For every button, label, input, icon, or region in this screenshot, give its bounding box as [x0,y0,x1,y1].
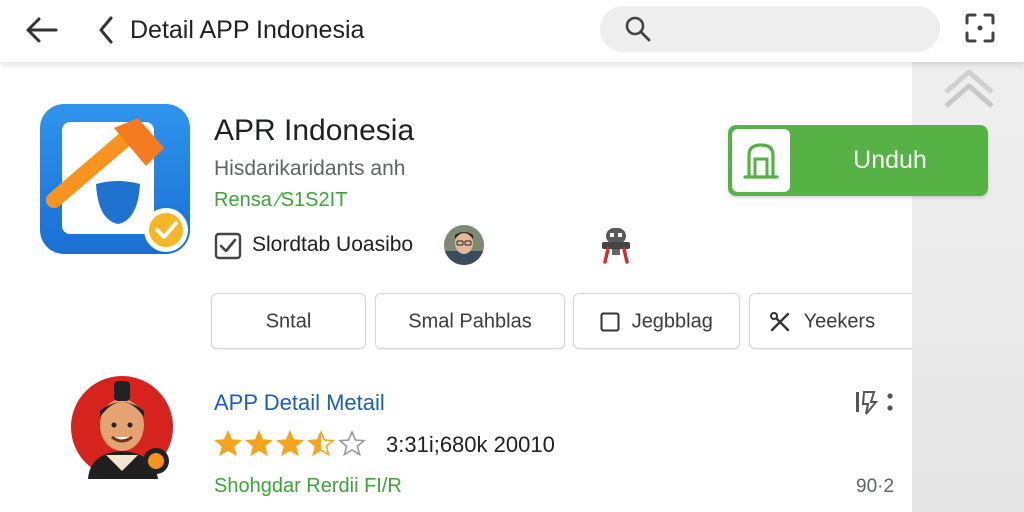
search-icon[interactable] [624,15,652,43]
download-icon-box [732,129,790,192]
chip-smal-pahblas[interactable]: Smal Pahblas [375,293,565,349]
star-icon [245,430,273,457]
item-size: 90·2 [856,476,895,497]
back-arrow-icon[interactable] [22,12,62,48]
square-icon [600,312,620,332]
chevron-left-icon[interactable] [94,12,118,48]
rating-meta: 3:31i;680k 20010 [386,432,555,457]
top-bar: Detail APP Indonesia [0,0,1024,62]
star-icon [338,430,366,457]
star-icon [307,430,335,457]
chip-label: Yeekers [803,310,876,333]
item-title[interactable]: APP Detail Metail [214,390,385,416]
chip-label: Smal Pahblas [408,310,532,333]
download-button[interactable]: Unduh [728,125,988,196]
chip-label: Jegbblag [631,310,713,333]
rating-stars [214,430,374,458]
scan-icon[interactable] [962,10,998,46]
chip-jegbblag[interactable]: Jegbblag [573,293,740,349]
search-bar[interactable] [600,6,940,52]
download-icon [743,143,779,179]
item-developer[interactable]: Shohgdar Rerdii FI/R [214,475,402,498]
star-icon [276,430,304,457]
chip-label: Sntal [265,310,312,333]
download-label: Unduh [853,146,927,174]
star-icon [214,430,242,457]
more-icon[interactable] [852,388,898,416]
page-title: Detail APP Indonesia [130,16,365,44]
tools-icon [770,311,790,331]
chip-yeekers[interactable]: Yeekers [749,293,924,349]
scroll-up-icon[interactable] [942,68,996,110]
search-input[interactable] [664,12,928,48]
item-avatar[interactable] [70,375,174,479]
chip-sntal[interactable]: Sntal [211,293,366,349]
